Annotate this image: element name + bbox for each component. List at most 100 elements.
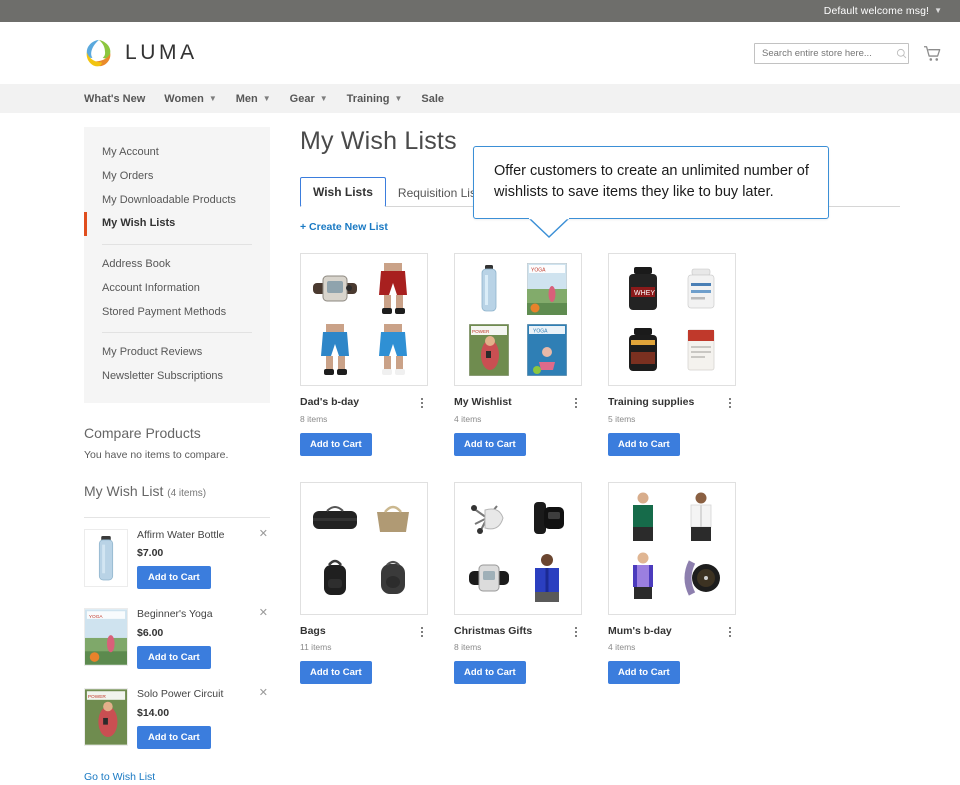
sidebar-item-product-reviews[interactable]: My Product Reviews [84, 341, 270, 365]
welcome-bar: Default welcome msg! ▼ [0, 0, 960, 22]
list-item-info: Solo Power Circuit $14.00 Add to Cart [137, 688, 270, 749]
more-vertical-icon[interactable] [416, 625, 428, 637]
card-header: Mum's b-day [608, 625, 736, 638]
compare-products-title: Compare Products [84, 424, 201, 441]
more-vertical-icon[interactable] [724, 625, 736, 637]
nav-item-men[interactable]: Men ▼ [236, 93, 271, 105]
chevron-down-icon[interactable]: ▼ [934, 6, 942, 15]
add-to-cart-button[interactable]: Add to Cart [454, 432, 526, 456]
nav-item-gear[interactable]: Gear ▼ [290, 93, 328, 105]
logo-text: LUMA [125, 41, 198, 64]
sidebar-wishlist-count: (4 items) [167, 487, 207, 499]
sidebar-wishlist-title: My Wish List (4 items) [84, 483, 270, 507]
add-to-cart-button[interactable]: Add to Cart [137, 566, 211, 590]
more-vertical-icon[interactable] [724, 396, 736, 408]
product-thumbnail[interactable] [84, 528, 128, 587]
card-thumbnail-grid[interactable] [300, 481, 428, 615]
add-to-cart-button[interactable]: Add to Cart [137, 725, 211, 749]
search-input[interactable] [760, 46, 896, 60]
card-thumbnail-grid[interactable]: YOGA POWER YOGA [454, 253, 582, 386]
yoga-blue-dvd-thumbnail: YOGA [519, 321, 575, 380]
nav-label: Gear [289, 92, 315, 105]
product-thumbnail[interactable]: POWER [84, 688, 128, 747]
luma-logo-icon [84, 38, 114, 68]
watch-silver-thumbnail [461, 549, 517, 608]
backpack-gray-thumbnail [365, 549, 421, 608]
card-title: Mum's b-day [608, 624, 672, 637]
wishlist-card: YOGA POWER YOGA My Wishlist 4 items Add … [454, 253, 582, 456]
card-title: Training supplies [608, 396, 695, 408]
svg-text:WHEY: WHEY [634, 290, 655, 297]
card-item-count: 11 items [300, 642, 332, 653]
svg-text:YOGA: YOGA [531, 268, 546, 274]
more-vertical-icon[interactable] [570, 396, 582, 408]
sidebar-item-address-book[interactable]: Address Book [84, 253, 270, 277]
create-new-list-link[interactable]: + Create New List [300, 221, 388, 233]
sidebar-item-account-information[interactable]: Account Information [84, 277, 270, 301]
list-item: POWER Solo Power Circuit $14.00 Add to C… [84, 677, 270, 757]
sidebar-item-newsletter-subscriptions[interactable]: Newsletter Subscriptions [84, 365, 270, 389]
logo[interactable]: LUMA [84, 38, 198, 68]
backpack-black-thumbnail [307, 549, 363, 608]
sidebar-item-my-account[interactable]: My Account [84, 141, 270, 165]
card-item-count: 8 items [454, 642, 482, 653]
nav-item-sale[interactable]: Sale [421, 93, 444, 105]
top-green-thumbnail [615, 489, 671, 548]
card-thumbnail-grid[interactable] [300, 253, 428, 386]
more-vertical-icon[interactable] [416, 396, 428, 408]
go-to-wish-list-link[interactable]: Go to Wish List [84, 771, 155, 783]
card-thumbnail-grid[interactable] [454, 481, 582, 615]
white-tub-thumbnail [673, 260, 729, 319]
product-name[interactable]: Solo Power Circuit [137, 688, 270, 702]
card-title: Dad's b-day [300, 396, 360, 408]
card-title: Christmas Gifts [454, 624, 533, 637]
add-to-cart-button[interactable]: Add to Cart [608, 661, 680, 685]
shopping-cart-icon[interactable] [923, 45, 942, 62]
callout-tail [529, 218, 569, 239]
chevron-down-icon: ▼ [208, 94, 217, 103]
nav-item-whats-new[interactable]: What's New [84, 93, 145, 105]
product-name[interactable]: Affirm Water Bottle [137, 529, 270, 543]
shorts-blue-thumbnail [307, 321, 363, 380]
product-thumbnail[interactable]: YOGA [84, 608, 128, 667]
site-header: LUMA [0, 22, 960, 84]
add-to-cart-button[interactable]: Add to Cart [300, 432, 372, 456]
sidebar-item-my-wish-lists[interactable]: My Wish Lists [84, 212, 270, 236]
accessory-silver-thumbnail [461, 489, 517, 548]
water-bottle-thumbnail [461, 260, 517, 319]
watch-sport-thumbnail [673, 549, 729, 608]
add-to-cart-button[interactable]: Add to Cart [300, 661, 372, 685]
sidebar-item-stored-payment-methods[interactable]: Stored Payment Methods [84, 301, 270, 325]
chevron-down-icon: ▼ [319, 94, 328, 103]
card-item-count: 4 items [608, 642, 636, 653]
nav-item-training[interactable]: Training ▼ [347, 93, 403, 105]
chevron-down-icon: ▼ [262, 94, 271, 103]
close-icon[interactable]: ✕ [259, 688, 268, 699]
sidebar-item-downloadable-products[interactable]: My Downloadable Products [84, 189, 270, 213]
add-to-cart-button[interactable]: Add to Cart [137, 646, 211, 670]
tab-wish-lists[interactable]: Wish Lists [300, 177, 386, 207]
card-header: Bags [300, 625, 428, 638]
wishlist-card: Christmas Gifts 8 items Add to Cart [454, 481, 582, 685]
add-to-cart-button[interactable]: Add to Cart [454, 661, 526, 685]
close-icon[interactable]: ✕ [259, 608, 268, 619]
hoodie-white-thumbnail [673, 489, 729, 548]
close-icon[interactable]: ✕ [259, 528, 268, 540]
hoodie-blue-thumbnail [519, 549, 575, 608]
search-box[interactable] [754, 42, 909, 64]
watch-black-thumbnail [519, 489, 575, 548]
product-name[interactable]: Beginner's Yoga [137, 608, 270, 622]
card-thumbnail-grid[interactable]: WHEY [608, 253, 736, 386]
card-title: My Wishlist [454, 396, 512, 408]
card-thumbnail-grid[interactable] [608, 481, 736, 615]
list-item: YOGA Beginner's Yoga $6.00 Add to Cart ✕ [84, 597, 270, 677]
card-title: Bags [300, 624, 326, 637]
search-icon[interactable] [896, 48, 907, 59]
nav-item-women[interactable]: Women ▼ [164, 93, 216, 105]
nav-label: Men [235, 92, 258, 105]
more-vertical-icon[interactable] [570, 625, 582, 637]
compare-products-block: Compare Products You have no items to co… [84, 425, 270, 461]
welcome-message[interactable]: Default welcome msg! [824, 5, 929, 17]
add-to-cart-button[interactable]: Add to Cart [608, 432, 680, 456]
sidebar-item-my-orders[interactable]: My Orders [84, 165, 270, 189]
